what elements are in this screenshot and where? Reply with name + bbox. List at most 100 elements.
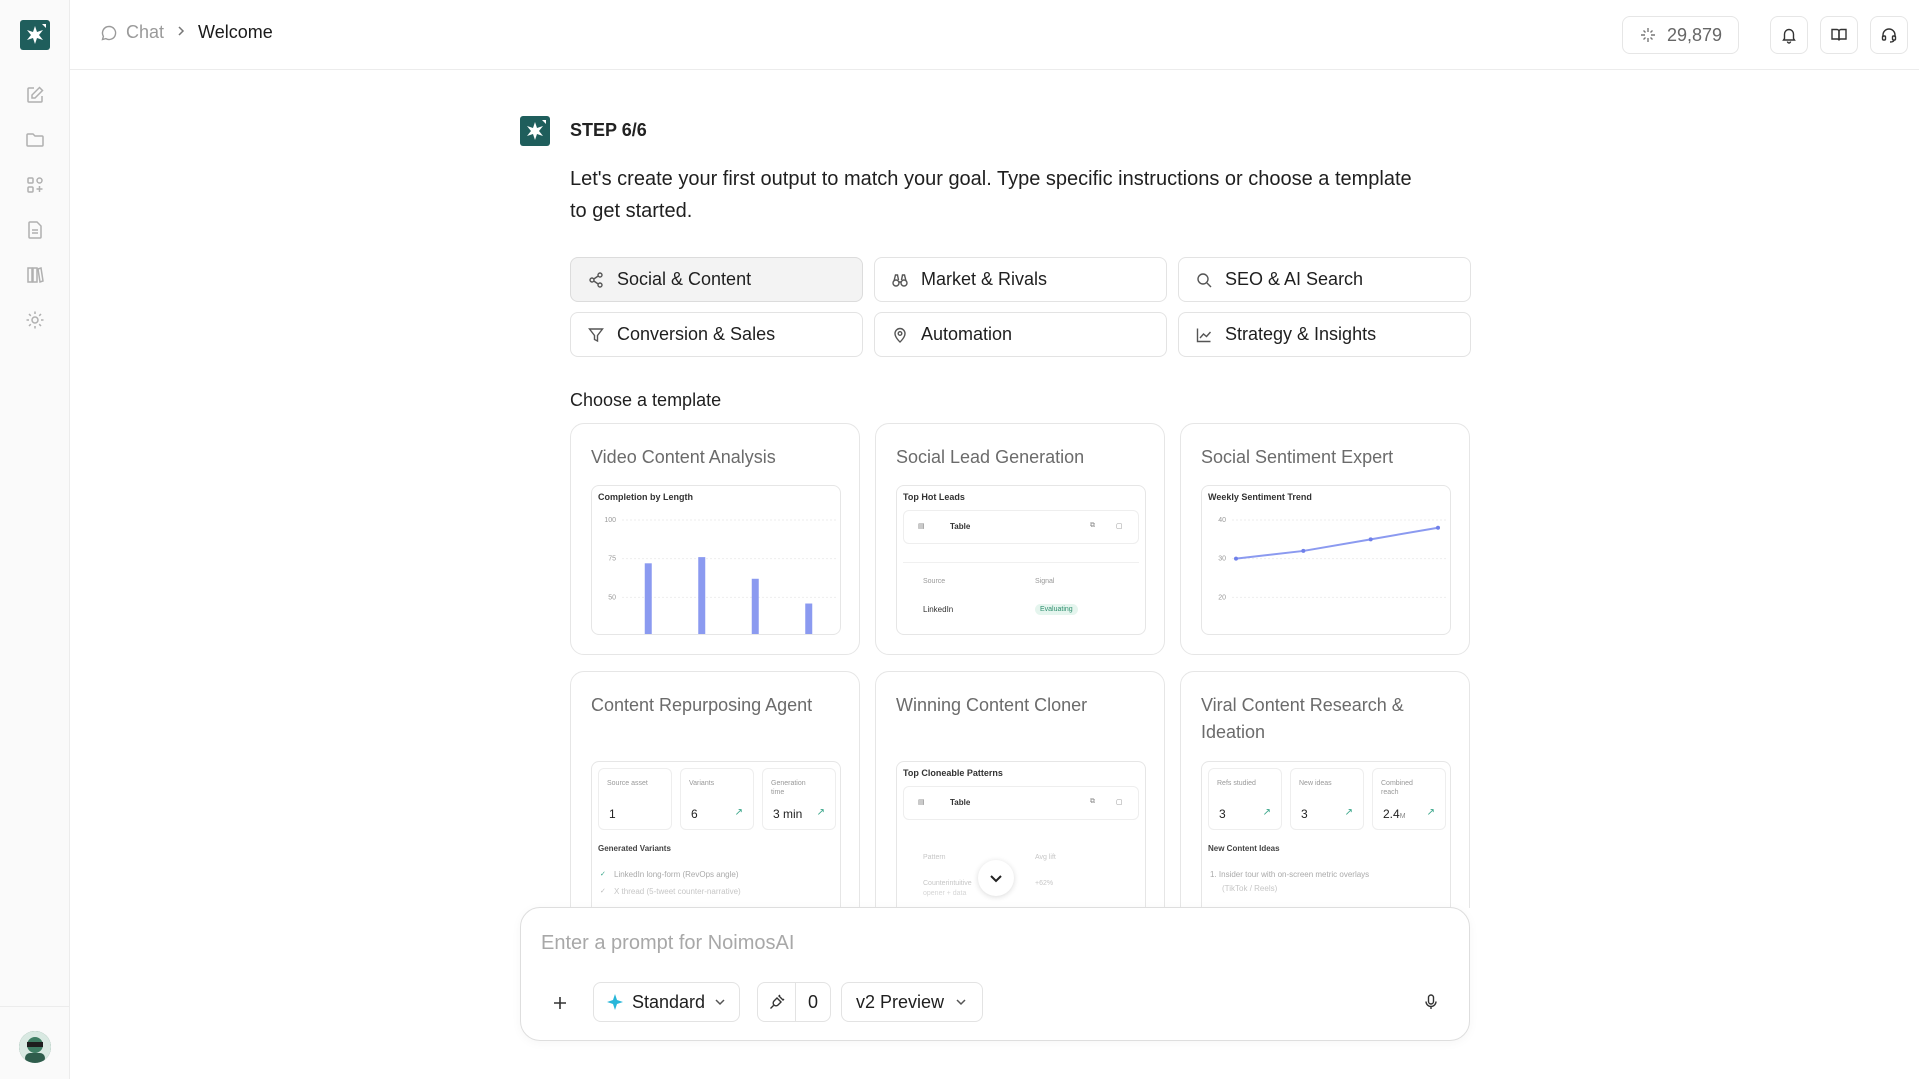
file-icon: ▢ — [1116, 799, 1123, 806]
template-grid: Video Content Analysis Completion by Len… — [570, 423, 1470, 908]
sidebar-divider — [0, 1006, 70, 1007]
version-label: v2 Preview — [856, 991, 945, 1012]
stat-value: 3 min — [773, 807, 803, 821]
credits-badge[interactable]: 29,879 — [1621, 16, 1739, 54]
mode-selector[interactable]: Standard — [593, 982, 741, 1022]
stat-value: 2.4M — [1383, 807, 1406, 821]
line-chart: 40 30 20 — [1202, 486, 1450, 634]
column-header: Pattern — [923, 854, 946, 861]
chevron-down-icon — [990, 875, 1002, 883]
table-header-box: ▤ Table ⧉ ▢ — [903, 786, 1139, 820]
file-icon: ▢ — [1116, 523, 1123, 530]
template-title: Content Repurposing Agent — [591, 695, 813, 715]
new-chat-icon[interactable] — [23, 83, 47, 107]
microphone-button[interactable] — [1419, 990, 1443, 1014]
divider — [903, 562, 1139, 563]
template-title: Social Sentiment Expert — [1201, 447, 1394, 467]
data-point — [1436, 525, 1440, 530]
folder-icon[interactable] — [23, 128, 47, 152]
document-icon[interactable] — [23, 218, 47, 242]
trend-up-icon: ↗ — [1426, 807, 1435, 818]
table-cell: LinkedIn — [923, 605, 954, 614]
breadcrumb-chat[interactable]: Chat — [100, 22, 164, 43]
category-grid: Social & Content Market & Rivals SEO & A… — [570, 257, 1471, 357]
template-card-viral-content-research[interactable]: Viral Content Research & Ideation Refs s… — [1180, 671, 1470, 908]
chat-bubble-icon — [101, 25, 117, 41]
chevron-right-icon — [174, 22, 188, 43]
template-preview: Completion by Length 100 75 50 — [591, 485, 841, 635]
sparkle-icon — [1640, 28, 1655, 42]
copy-icon: ⧉ — [1090, 798, 1095, 805]
stat-box: Generation time 3 min ↗ — [762, 768, 836, 830]
category-social-content[interactable]: Social & Content — [570, 257, 863, 302]
stat-label: Refs studied — [1217, 780, 1256, 787]
category-market-rivals[interactable]: Market & Rivals — [874, 257, 1167, 302]
sidebar — [0, 0, 70, 1079]
assistant-logo-icon — [520, 116, 550, 146]
template-title: Viral Content Research & Ideation — [1201, 695, 1404, 742]
library-icon[interactable] — [23, 263, 47, 287]
filter-icon — [587, 326, 605, 344]
template-title: Video Content Analysis — [591, 447, 776, 467]
template-card-content-repurposing-agent[interactable]: Content Repurposing Agent Source asset 1… — [570, 671, 860, 908]
category-seo-ai-search[interactable]: SEO & AI Search — [1178, 257, 1471, 302]
stat-value: 1 — [609, 807, 616, 821]
notifications-button[interactable] — [1770, 16, 1808, 54]
section-heading: New Content Ideas — [1208, 844, 1280, 853]
apps-icon[interactable] — [23, 173, 47, 197]
template-card-winning-content-cloner[interactable]: Winning Content Cloner Top Cloneable Pat… — [875, 671, 1165, 908]
book-open-icon — [1831, 28, 1847, 41]
y-tick-label: 40 — [1218, 517, 1226, 524]
version-selector[interactable]: v2 Preview — [841, 982, 984, 1022]
category-strategy-insights[interactable]: Strategy & Insights — [1178, 312, 1471, 357]
template-card-social-sentiment-expert[interactable]: Social Sentiment Expert Weekly Sentiment… — [1180, 423, 1470, 655]
table-icon: ▤ — [918, 523, 925, 530]
headset-icon — [1881, 28, 1897, 43]
stat-box: Source asset 1 — [598, 768, 672, 830]
stat-value: 3 — [1301, 807, 1308, 821]
add-attachment-button[interactable] — [547, 990, 573, 1016]
line-chart-icon — [1195, 326, 1213, 344]
category-conversion-sales[interactable]: Conversion & Sales — [570, 312, 863, 357]
credits-value: 29,879 — [1666, 24, 1722, 45]
stat-value: 3 — [1219, 807, 1226, 821]
template-title: Winning Content Cloner — [896, 695, 1088, 715]
prompt-composer: Standard 0 v2 Preview — [520, 907, 1470, 1041]
docs-button[interactable] — [1820, 16, 1858, 54]
check-icon: ✓ — [600, 871, 606, 878]
search-icon — [1195, 271, 1213, 289]
section-heading: Generated Variants — [598, 844, 671, 853]
category-automation[interactable]: Automation — [874, 312, 1167, 357]
y-tick-label: 50 — [608, 594, 616, 601]
stat-box: Refs studied 3 ↗ — [1208, 768, 1282, 830]
variant-item: LinkedIn long-form (RevOps angle) — [614, 870, 739, 879]
bar-chart: 100 75 50 — [592, 486, 840, 634]
stat-box: New ideas 3 ↗ — [1290, 768, 1364, 830]
bar — [698, 557, 706, 634]
table-cell: opener + data — [923, 890, 967, 897]
idea-item: (TikTok / Reels) — [1222, 884, 1278, 893]
stat-label: Source asset — [607, 780, 648, 787]
template-card-video-content-analysis[interactable]: Video Content Analysis Completion by Len… — [570, 423, 860, 655]
y-tick-label: 20 — [1218, 594, 1226, 601]
template-card-social-lead-generation[interactable]: Social Lead Generation Top Hot Leads ▤ T… — [875, 423, 1165, 655]
user-avatar[interactable] — [19, 1031, 51, 1063]
stat-value: 6 — [691, 807, 698, 821]
tools-button[interactable]: 0 — [757, 982, 831, 1022]
app-logo[interactable] — [20, 20, 50, 50]
plus-icon — [554, 997, 566, 1009]
data-point — [1301, 548, 1306, 553]
y-tick-label: 100 — [604, 517, 616, 524]
template-preview: Top Hot Leads ▤ Table ⧉ ▢ Source Signal … — [896, 485, 1146, 635]
settings-icon[interactable] — [23, 308, 47, 332]
scroll-down-button[interactable] — [978, 860, 1014, 896]
line-chart-svg: 40 30 20 — [1218, 517, 1446, 601]
table-icon: ▤ — [918, 799, 925, 806]
column-header: Signal — [1035, 578, 1055, 585]
prompt-input[interactable] — [541, 932, 1441, 955]
support-button[interactable] — [1870, 16, 1908, 54]
breadcrumb: Chat Welcome — [100, 22, 273, 43]
map-pin-icon — [891, 326, 909, 344]
plug-icon — [758, 983, 796, 1021]
template-preview: Top Cloneable Patterns ▤ Table ⧉ ▢ Patte… — [896, 761, 1146, 908]
